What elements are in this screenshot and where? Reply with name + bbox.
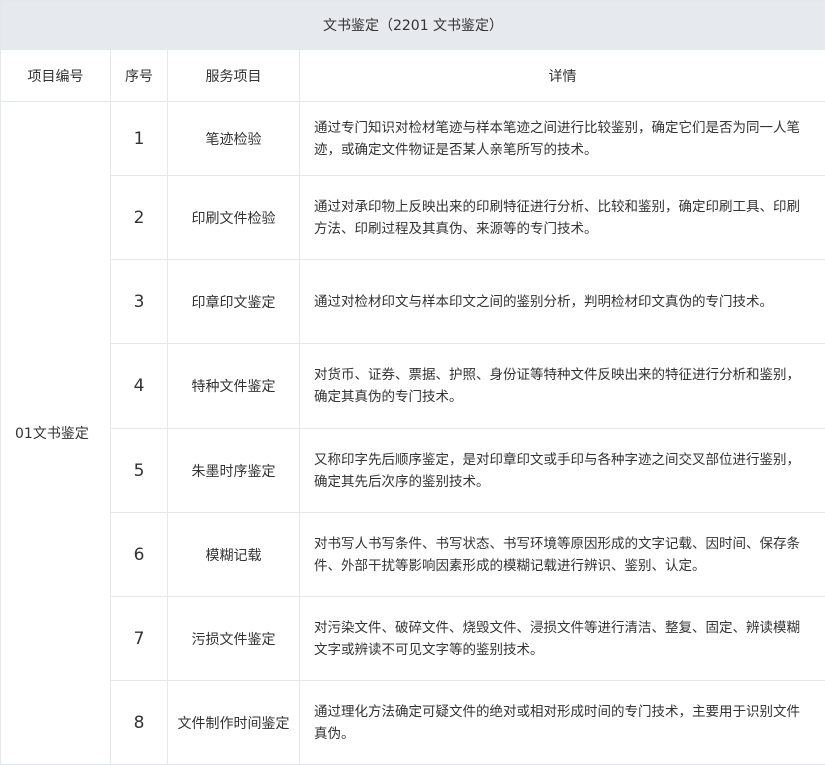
row-seq: 6 [111,513,168,597]
table-title: 文书鉴定（2201 文书鉴定） [1,1,825,50]
row-detail: 对货币、证券、票据、护照、身份证等特种文件反映出来的特征进行分析和鉴别，确定其真… [300,344,825,429]
table-row: 5 朱墨时序鉴定 又称印字先后顺序鉴定，是对印章印文或手印与各种字迹之间交叉部位… [1,429,825,513]
header-service: 服务项目 [168,50,300,102]
row-service: 朱墨时序鉴定 [168,429,300,513]
table-row: 3 印章印文鉴定 通过对检材印文与样本印文之间的鉴别分析，判明检材印文真伪的专门… [1,260,825,344]
row-detail: 对污染文件、破碎文件、烧毁文件、浸损文件等进行清洁、整复、固定、辨读模糊文字或辨… [300,597,825,681]
row-seq: 2 [111,176,168,260]
appraisal-table: 文书鉴定（2201 文书鉴定） 项目编号 序号 服务项目 详情 01文书鉴定 1… [0,0,825,765]
row-detail: 通过对承印物上反映出来的印刷特征进行分析、比较和鉴别，确定印刷工具、印刷方法、印… [300,176,825,260]
row-detail: 通过理化方法确定可疑文件的绝对或相对形成时间的专门技术，主要用于识别文件真伪。 [300,681,825,765]
row-seq: 8 [111,681,168,765]
table-row: 4 特种文件鉴定 对货币、证券、票据、护照、身份证等特种文件反映出来的特征进行分… [1,344,825,429]
row-detail: 通过对检材印文与样本印文之间的鉴别分析，判明检材印文真伪的专门技术。 [300,260,825,344]
row-detail: 对书写人书写条件、书写状态、书写环境等原因形成的文字记载、因时间、保存条件、外部… [300,513,825,597]
row-seq: 7 [111,597,168,681]
header-seq: 序号 [111,50,168,102]
row-service: 印章印文鉴定 [168,260,300,344]
header-project-code: 项目编号 [1,50,111,102]
table-row: 01文书鉴定 1 笔迹检验 通过专门知识对检材笔迹与样本笔迹之间进行比较鉴别，确… [1,102,825,176]
row-detail: 通过专门知识对检材笔迹与样本笔迹之间进行比较鉴别，确定它们是否为同一人笔迹，或确… [300,102,825,176]
row-seq: 3 [111,260,168,344]
table-row: 8 文件制作时间鉴定 通过理化方法确定可疑文件的绝对或相对形成时间的专门技术，主… [1,681,825,765]
row-seq: 1 [111,102,168,176]
table-row: 6 模糊记载 对书写人书写条件、书写状态、书写环境等原因形成的文字记载、因时间、… [1,513,825,597]
row-service: 特种文件鉴定 [168,344,300,429]
row-seq: 4 [111,344,168,429]
row-service: 污损文件鉴定 [168,597,300,681]
table-row: 7 污损文件鉴定 对污染文件、破碎文件、烧毁文件、浸损文件等进行清洁、整复、固定… [1,597,825,681]
row-seq: 5 [111,429,168,513]
project-code-cell: 01文书鉴定 [1,102,111,765]
row-service: 印刷文件检验 [168,176,300,260]
row-service: 模糊记载 [168,513,300,597]
table-row: 2 印刷文件检验 通过对承印物上反映出来的印刷特征进行分析、比较和鉴别，确定印刷… [1,176,825,260]
row-detail: 又称印字先后顺序鉴定，是对印章印文或手印与各种字迹之间交叉部位进行鉴别，确定其先… [300,429,825,513]
row-service: 文件制作时间鉴定 [168,681,300,765]
header-detail: 详情 [300,50,825,102]
row-service: 笔迹检验 [168,102,300,176]
